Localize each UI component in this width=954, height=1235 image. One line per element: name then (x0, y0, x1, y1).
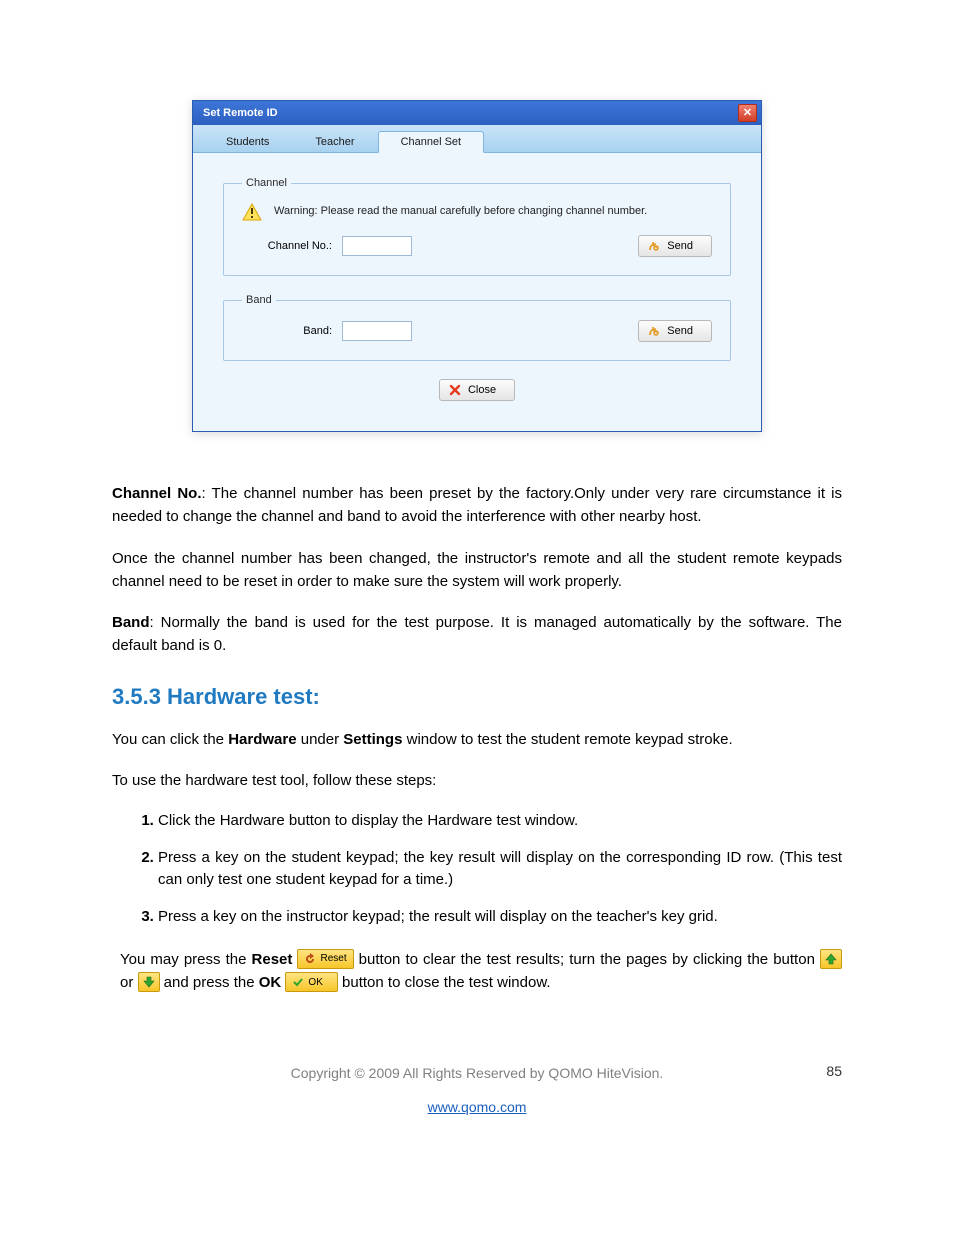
channel-row: Channel No.: Send (242, 235, 712, 257)
step-1: Click the Hardware button to display the… (158, 810, 842, 833)
t: button to display the Hardware test wind… (285, 812, 579, 829)
tab-students[interactable]: Students (203, 131, 292, 152)
step-2: Press a key on the student keypad; the k… (158, 847, 842, 892)
close-x-icon (448, 383, 462, 397)
tab-bar: Students Teacher Channel Set (193, 125, 761, 153)
footer: Copyright © 2009 All Rights Reserved by … (112, 1065, 842, 1115)
close-label: Close (468, 384, 496, 396)
send-icon (647, 324, 661, 338)
page-up-chip (820, 949, 842, 969)
channel-no-input[interactable] (342, 236, 412, 256)
channel-no-text: : The channel number has been preset by … (112, 485, 842, 525)
dialog-figure: Set Remote ID ✕ Students Teacher Channel… (192, 100, 762, 432)
paragraph-hw-intro: You can click the Hardware under Setting… (112, 728, 842, 751)
check-icon (292, 976, 304, 988)
paragraph-channel-no: Channel No.: The channel number has been… (112, 482, 842, 529)
paragraph-steps-intro: To use the hardware test tool, follow th… (112, 769, 842, 792)
step-3: Press a key on the instructor keypad; th… (158, 906, 842, 929)
close-button[interactable]: Close (439, 379, 515, 401)
band-label: Band: (242, 325, 332, 337)
paragraph-reset-ok: You may press the Reset Reset button to … (112, 948, 842, 995)
page-number: 85 (826, 1063, 842, 1079)
reset-bold: Reset (252, 951, 293, 968)
warning-row: Warning: Please read the manual carefull… (242, 203, 712, 221)
band-input[interactable] (342, 321, 412, 341)
paragraph-band: Band: Normally the band is used for the … (112, 611, 842, 658)
t: under (297, 731, 344, 748)
tab-teacher[interactable]: Teacher (292, 131, 377, 152)
tab-channel-set[interactable]: Channel Set (378, 131, 485, 153)
ok-chip-label: OK (308, 975, 322, 991)
arrow-up-icon (825, 953, 837, 965)
close-row: Close (223, 379, 731, 401)
window-close-button[interactable]: ✕ (738, 104, 757, 122)
dialog-body: Channel Warning: Please read the manual … (193, 153, 761, 431)
channel-no-label: Channel No.: (242, 240, 332, 252)
channel-no-bold: Channel No. (112, 485, 202, 502)
t: button to close the test window. (338, 974, 551, 991)
band-send-label: Send (667, 325, 693, 337)
band-row: Band: Send (242, 320, 712, 342)
steps-list: Click the Hardware button to display the… (112, 810, 842, 928)
channel-send-button[interactable]: Send (638, 235, 712, 257)
reset-chip-label: Reset (320, 951, 346, 967)
t: window to test the student remote keypad… (402, 731, 732, 748)
t: or (120, 974, 138, 991)
titlebar: Set Remote ID ✕ (193, 101, 761, 125)
reset-chip: Reset (297, 949, 353, 969)
hardware-bold: Hardware (220, 812, 285, 829)
band-group: Band Band: Send (223, 294, 731, 361)
page-down-chip (138, 972, 160, 992)
section-heading: 3.5.3 Hardware test: (112, 684, 842, 710)
window-title: Set Remote ID (203, 107, 278, 119)
band-text: : Normally the band is used for the test… (112, 614, 842, 654)
warning-text: Warning: Please read the manual carefull… (274, 203, 647, 217)
footer-link[interactable]: www.qomo.com (428, 1099, 527, 1115)
t: and press the (160, 974, 259, 991)
page: Set Remote ID ✕ Students Teacher Channel… (0, 0, 954, 1175)
warning-icon (242, 203, 262, 221)
band-bold: Band (112, 614, 150, 631)
band-send-button[interactable]: Send (638, 320, 712, 342)
send-icon (647, 239, 661, 253)
hw-bold: Hardware (228, 731, 296, 748)
channel-group: Channel Warning: Please read the manual … (223, 177, 731, 276)
paragraph-reset-note: Once the channel number has been changed… (112, 547, 842, 594)
channel-legend: Channel (242, 177, 291, 189)
close-icon: ✕ (743, 108, 752, 119)
t: You can click the (112, 731, 228, 748)
ok-chip: OK (285, 972, 337, 992)
reset-arrow-icon (304, 953, 316, 965)
copyright: Copyright © 2009 All Rights Reserved by … (112, 1065, 842, 1081)
t: You may press the (120, 951, 252, 968)
channel-send-label: Send (667, 240, 693, 252)
t: Click the (158, 812, 220, 829)
arrow-down-icon (143, 976, 155, 988)
band-legend: Band (242, 294, 276, 306)
set-remote-id-dialog: Set Remote ID ✕ Students Teacher Channel… (192, 100, 762, 432)
t: button to clear the test results; turn t… (354, 951, 820, 968)
settings-bold: Settings (343, 731, 402, 748)
ok-bold: OK (259, 974, 282, 991)
